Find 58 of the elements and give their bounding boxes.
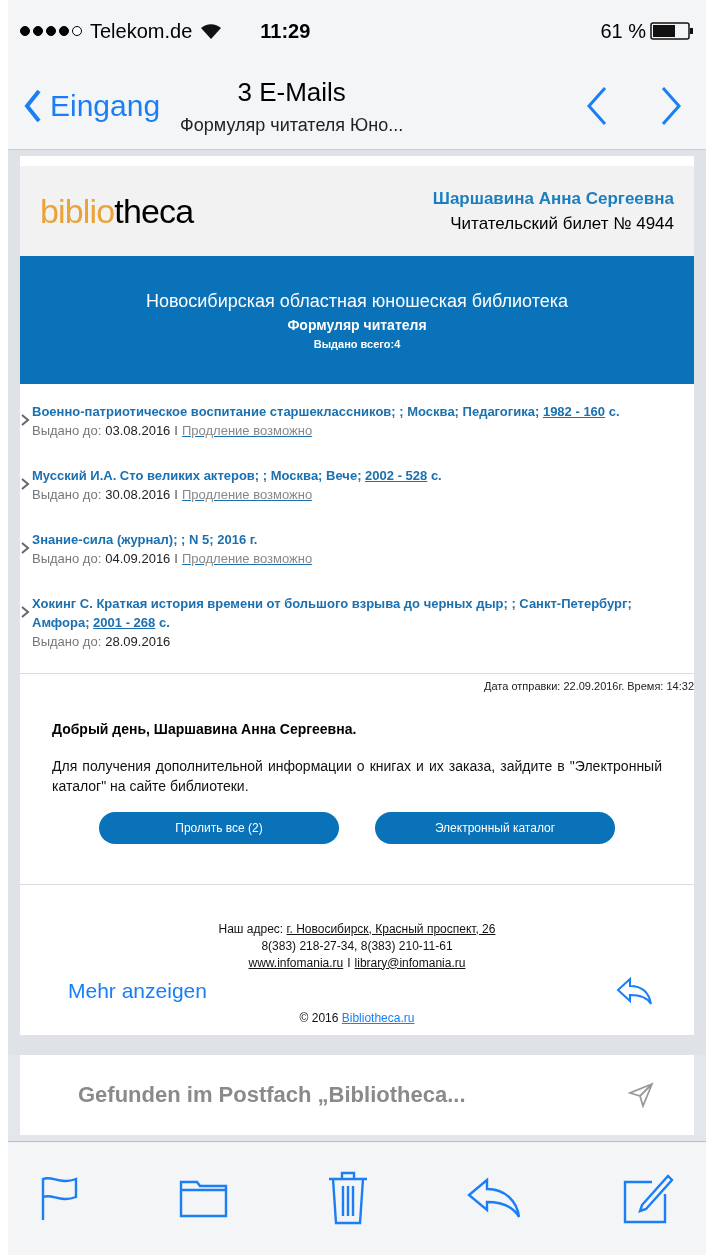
clock: 11:29 [260, 19, 311, 44]
due-label: Выдано до: [32, 633, 102, 651]
book-link[interactable]: 1982 - 160 [542, 404, 606, 419]
reply-icon[interactable] [616, 975, 654, 1006]
book-title: Знание-сила (журнал); ; N 5; 2016 г. [32, 531, 259, 549]
send-icon[interactable] [628, 1081, 654, 1108]
search-hint: Gefunden im Postfach „Bibliotheca... [78, 1081, 466, 1109]
trash-icon[interactable] [328, 1171, 368, 1226]
wifi-icon [200, 23, 223, 39]
sent-date: Дата отправки: 22.09.2016г. Время: 14:32 [484, 679, 694, 694]
due-date: 30.08.2016 [105, 486, 171, 504]
due-date: 28.09.2016 [105, 633, 171, 651]
action-button[interactable]: Пролить все (2) [99, 811, 339, 844]
previous-icon[interactable] [586, 85, 608, 126]
form-title: Формуляр читателя [287, 315, 427, 335]
folder-icon[interactable] [179, 1178, 229, 1219]
greeting: Добрый день, Шаршавина Анна Сергеевна. [52, 719, 358, 739]
back-button[interactable]: Eingang [24, 83, 161, 128]
due-label: Выдано до: [32, 550, 102, 568]
website-link[interactable]: www.infomania.ru [248, 954, 344, 972]
phone-numbers: 8(383) 218-27-34, 8(383) 210-11-61 [261, 937, 453, 955]
action-button[interactable]: Электронный каталог [375, 811, 615, 844]
renewal-link[interactable]: Продление возможно [182, 421, 313, 440]
compose-icon[interactable] [622, 1172, 674, 1225]
signal-icon [20, 26, 82, 36]
book-link[interactable]: 2001 - 268 [93, 615, 156, 630]
separator: I [347, 954, 351, 972]
flag-icon[interactable] [40, 1175, 80, 1222]
reply-icon[interactable] [467, 1177, 523, 1220]
book-link[interactable]: 2002 - 528 [365, 468, 428, 483]
back-chevron-icon[interactable] [24, 88, 42, 123]
battery-icon [650, 21, 694, 41]
due-label: Выдано до: [32, 422, 102, 440]
logo: bibliotheca [40, 190, 194, 232]
reader-name: Шаршавина Анна Сергеевна [432, 187, 674, 210]
copyright: © 2016 Bibliotheca.ru [299, 1009, 415, 1027]
renewal-link[interactable]: Продление возможно [182, 485, 313, 504]
due-label: Выдано до: [32, 486, 102, 504]
book-title: Мусский И.А. Сто великих актеров; ; Москва; Вече; 2002 - 528 с. [32, 467, 442, 485]
issued-count: Выдано всего:4 [313, 336, 401, 352]
info-text: Для получения дополнительной информации о книгах и их заказа, зайдите в "Электронный каталог" на сайте библиотеки. [52, 756, 662, 796]
next-icon[interactable] [660, 85, 682, 126]
email-link[interactable]: library@infomania.ru [354, 954, 466, 972]
carrier: Telekom.de [90, 19, 193, 44]
due-date: 04.09.2016 [105, 550, 171, 568]
separator: I [174, 422, 178, 440]
separator: I [174, 550, 178, 568]
book-title: Военно-патриотическое воспитание старшеклассников; ; Москва; Педагогика; 1982 - 160 с. [32, 403, 620, 421]
renewal-link[interactable]: Продление возможно [182, 549, 313, 568]
address: Наш адрес: г. Новосибирск, Красный проспект, 26 [218, 920, 496, 938]
library-name: Новосибирская областная юношеская библиотека [145, 289, 569, 313]
nav-title: 3 E-Mails [237, 75, 346, 109]
book-title: Хокинг С. Краткая история времени от большого взрыва до черных дыр; ; Санкт-Петербург; Амфора; 2001 - 268 с. [32, 595, 633, 632]
nav-subtitle: Формуляр читателя Юно... [180, 113, 404, 137]
due-date: 03.08.2016 [105, 422, 171, 440]
battery-level: 61 % [600, 19, 646, 44]
separator: I [174, 486, 178, 504]
card-number-text: Читательский билет № 4944 [450, 213, 674, 235]
